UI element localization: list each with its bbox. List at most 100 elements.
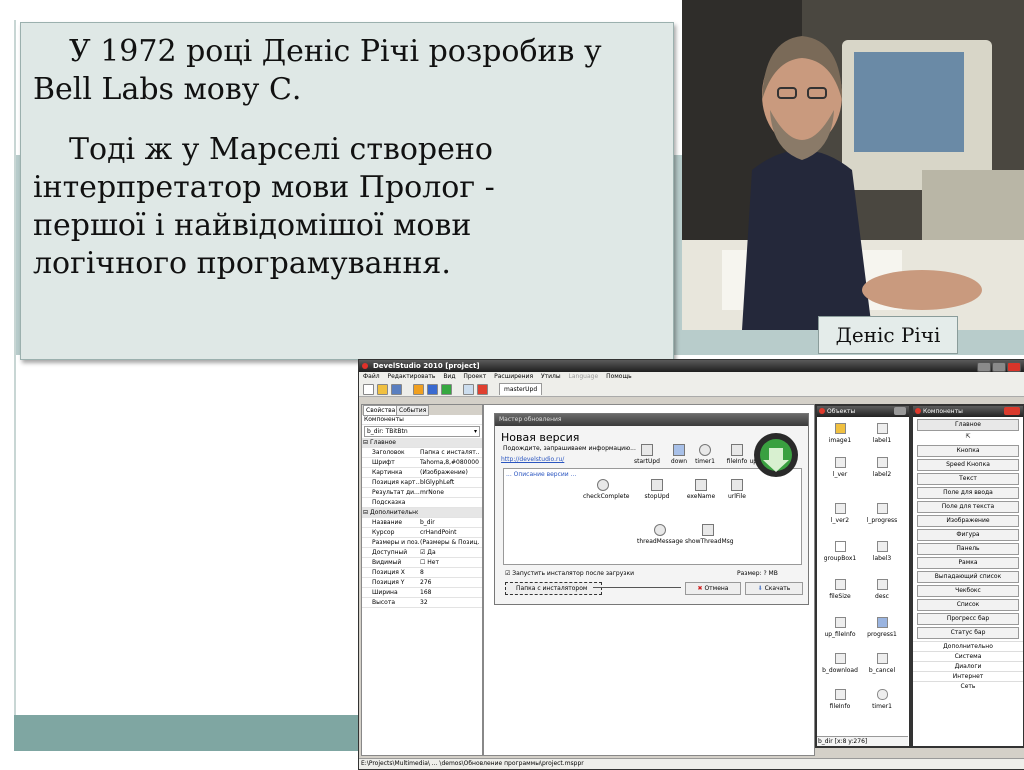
prop-row[interactable]: Высота 32 <box>362 598 482 608</box>
group-internet[interactable]: Интернет <box>913 671 1023 681</box>
component-statusbar[interactable]: Статус бар <box>917 627 1019 639</box>
download-button[interactable]: ⬇ Скачать <box>745 582 803 595</box>
object-item[interactable]: fileSize <box>819 579 861 600</box>
close-icon[interactable] <box>1004 407 1020 415</box>
clock-icon <box>699 444 711 456</box>
prop-row[interactable]: Ширина 168 <box>362 588 482 598</box>
component-threadmessage[interactable]: threadMessage <box>637 524 683 545</box>
checkbox-visible[interactable]: ☐ Нет <box>420 558 480 567</box>
build-icon[interactable] <box>413 384 424 395</box>
prop-row[interactable]: Заголовок Папка с инсталят... <box>362 448 482 458</box>
form-designer[interactable]: Мастер обновления Новая версия Подождите… <box>483 404 815 756</box>
cancel-button[interactable]: ✖ Отмена <box>685 582 741 595</box>
prop-row[interactable]: Картинка (Изображение) <box>362 468 482 478</box>
close-icon[interactable] <box>894 407 906 415</box>
collapse-icon: ⊟ <box>363 439 369 446</box>
menu-extensions[interactable]: Расширения <box>494 373 533 380</box>
group-system[interactable]: Система <box>913 651 1023 661</box>
component-panel[interactable]: Панель <box>917 543 1019 555</box>
component-checkcomplete[interactable]: checkComplete <box>583 479 629 500</box>
prop-row[interactable]: Название b_dir <box>362 518 482 528</box>
maximize-button[interactable] <box>992 362 1006 372</box>
prop-row[interactable]: Позиция карт... blGlyphLeft <box>362 478 482 488</box>
object-item[interactable]: label3 <box>861 541 903 562</box>
object-item[interactable]: groupBox1 <box>819 541 861 562</box>
new-file-icon[interactable] <box>363 384 374 395</box>
prop-row[interactable]: Шрифт Tahoma,8,#080000 <box>362 458 482 468</box>
object-item[interactable]: fileInfo <box>819 689 861 710</box>
form-icon[interactable] <box>463 384 474 395</box>
component-speed-button[interactable]: Speed Кнопка <box>917 459 1019 471</box>
object-item[interactable]: desc <box>861 579 903 600</box>
group-extra[interactable]: ⊟ Дополнительно <box>362 508 482 518</box>
version-heading[interactable]: Новая версия <box>501 431 579 444</box>
object-item[interactable]: progress1 <box>861 617 903 638</box>
object-item[interactable]: b_cancel <box>861 653 903 674</box>
prop-row[interactable]: Позиция Y 276 <box>362 578 482 588</box>
object-item[interactable]: timer1 <box>861 689 903 710</box>
pointer-icon[interactable]: ⇱ <box>913 433 1023 443</box>
prop-row[interactable]: Позиция X8 <box>362 568 482 578</box>
component-exename[interactable]: exeName <box>681 479 721 500</box>
component-input[interactable]: Поле для ввода <box>917 487 1019 499</box>
object-item[interactable]: image1 <box>819 423 861 444</box>
group-network[interactable]: Сеть <box>913 681 1023 691</box>
object-item[interactable]: l_progress <box>861 503 903 524</box>
status-text[interactable]: Подождите, запрашиваем информацию... <box>503 445 636 452</box>
object-item[interactable]: label1 <box>861 423 903 444</box>
stop-icon[interactable] <box>427 384 438 395</box>
prop-row[interactable]: Подсказка <box>362 498 482 508</box>
component-progressbar[interactable]: Прогресс бар <box>917 613 1019 625</box>
autorun-checkbox[interactable]: ☑ Запустить инсталятор после загрузки <box>505 570 634 577</box>
site-link[interactable]: http://develstudio.ru/ <box>501 456 564 463</box>
left-rule <box>14 20 16 750</box>
components-panel: Компоненты Главное ⇱ Кнопка Speed Кнопка… <box>911 404 1024 748</box>
prop-row[interactable]: Курсор crHandPoint <box>362 528 482 538</box>
save-icon[interactable] <box>391 384 402 395</box>
checkbox-enabled[interactable]: ☑ Да <box>420 548 480 557</box>
component-stopupd[interactable]: stopUpd <box>637 479 677 500</box>
group-main[interactable]: ⊟ Главное <box>362 438 482 448</box>
menu-utils[interactable]: Утилы <box>541 373 561 380</box>
object-item[interactable]: l_ver2 <box>819 503 861 524</box>
installer-folder-button[interactable]: Папка с инсталятором <box>505 582 602 595</box>
menu-view[interactable]: Вид <box>443 373 455 380</box>
object-item[interactable]: up_fileInfo <box>819 617 861 638</box>
component-shape[interactable]: Фигура <box>917 529 1019 541</box>
component-list[interactable]: Список <box>917 599 1019 611</box>
component-text[interactable]: Текст <box>917 473 1019 485</box>
component-frame[interactable]: Рамка <box>917 557 1019 569</box>
object-item[interactable]: label2 <box>861 457 903 478</box>
prop-row[interactable]: Видимый ☐ Нет <box>362 558 482 568</box>
update-dialog-form[interactable]: Мастер обновления Новая версия Подождите… <box>494 413 809 605</box>
prop-row[interactable]: Размеры и поз... (Размеры & Позиц... <box>362 538 482 548</box>
components-main-group[interactable]: Главное <box>917 419 1019 431</box>
tab-masterupd[interactable]: masterUpd <box>499 383 543 395</box>
group-dialogs[interactable]: Диалоги <box>913 661 1023 671</box>
component-combobox[interactable]: Выпадающий список <box>917 571 1019 583</box>
close-button[interactable] <box>1007 362 1021 372</box>
prop-row[interactable]: Результат ди... mrNone <box>362 488 482 498</box>
component-icon <box>651 479 663 491</box>
prop-row[interactable]: Доступный ☑ Да <box>362 548 482 558</box>
menu-file[interactable]: Файл <box>363 373 380 380</box>
menu-edit[interactable]: Редактировать <box>388 373 436 380</box>
menu-project[interactable]: Проект <box>463 373 486 380</box>
component-image[interactable]: Изображение <box>917 515 1019 527</box>
component-checkbox[interactable]: Чекбокс <box>917 585 1019 597</box>
close-form-icon[interactable] <box>477 384 488 395</box>
component-select[interactable]: b_dir: TBitBtn ▾ <box>364 426 480 437</box>
object-item[interactable]: l_ver <box>819 457 861 478</box>
object-item[interactable]: b_download <box>819 653 861 674</box>
component-icon <box>702 524 714 536</box>
component-urlfile[interactable]: urlFile <box>717 479 757 500</box>
component-button[interactable]: Кнопка <box>917 445 1019 457</box>
menu-help[interactable]: Помощь <box>606 373 632 380</box>
component-memo[interactable]: Поле для текста <box>917 501 1019 513</box>
update-logo-icon <box>754 433 798 477</box>
minimize-button[interactable] <box>977 362 991 372</box>
group-additional[interactable]: Дополнительно <box>913 641 1023 651</box>
run-icon[interactable] <box>441 384 452 395</box>
component-showthreadmsg[interactable]: showThreadMsg <box>685 524 734 545</box>
open-folder-icon[interactable] <box>377 384 388 395</box>
